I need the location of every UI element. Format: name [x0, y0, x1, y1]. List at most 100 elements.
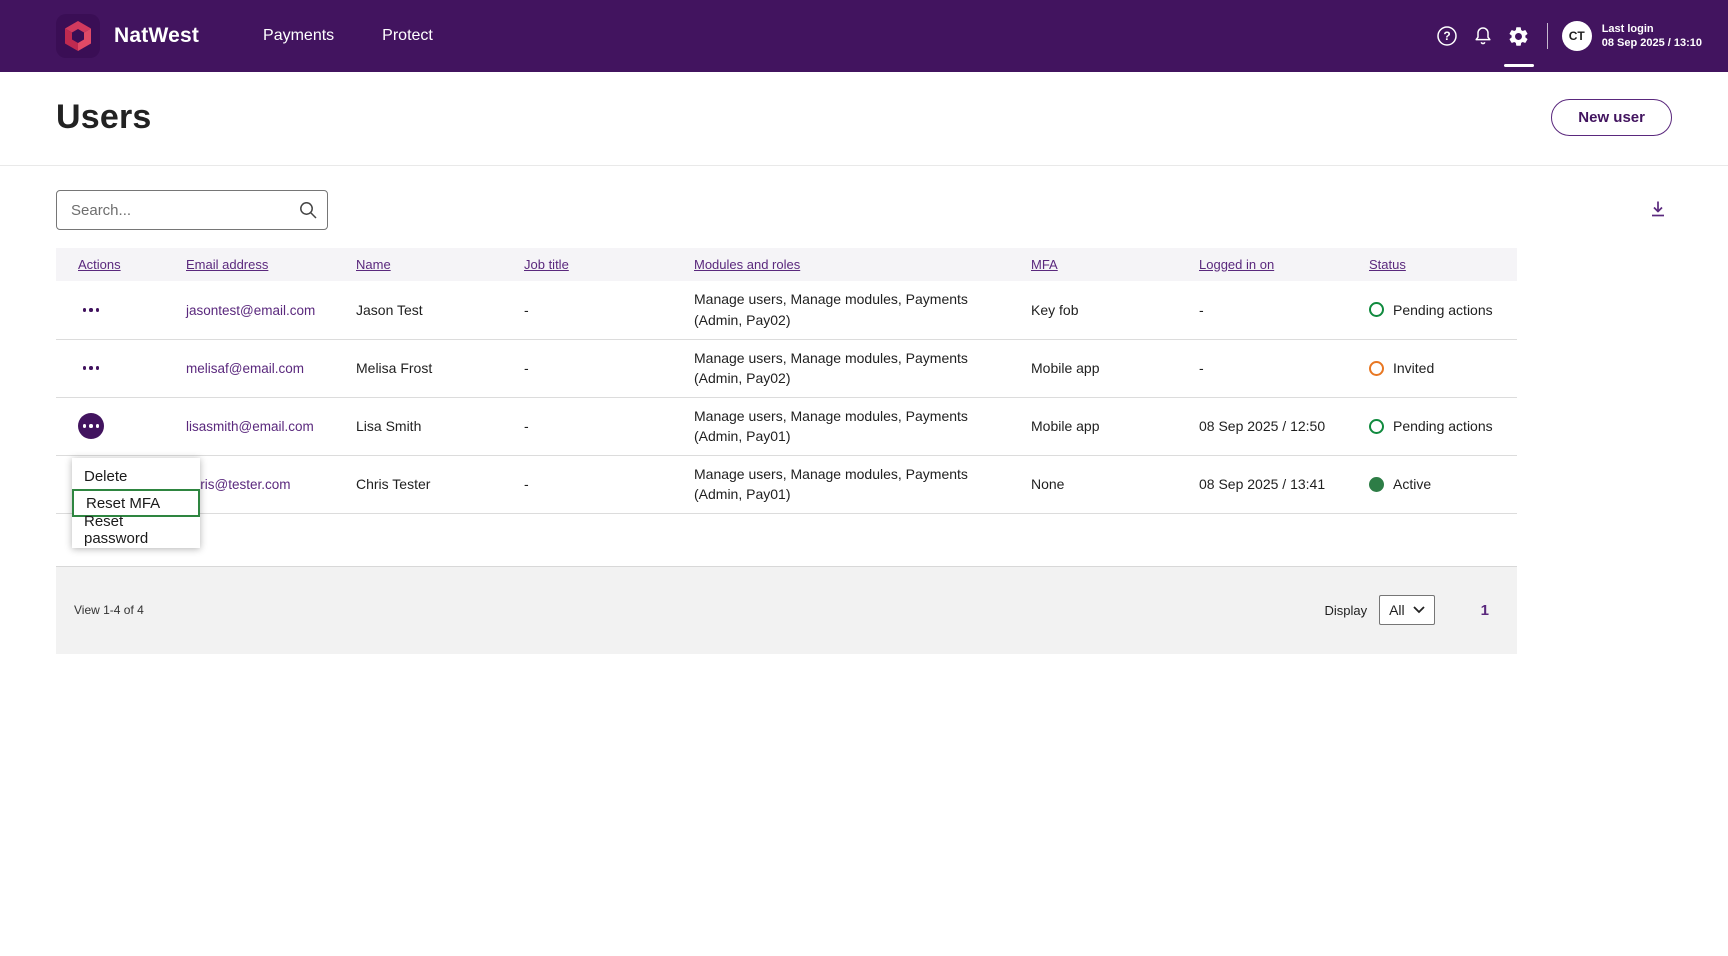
user-logged-in-on: -	[1177, 339, 1347, 397]
status-badge: Pending actions	[1369, 302, 1505, 318]
users-table-wrap: Actions Email address Name Job title Mod…	[56, 248, 1517, 514]
status-indicator-icon	[1369, 361, 1384, 376]
col-header-actions[interactable]: Actions	[78, 257, 121, 272]
table-row: chris@tester.com Chris Tester - Manage u…	[56, 455, 1517, 513]
user-email-link[interactable]: lisasmith@email.com	[186, 419, 314, 434]
download-button[interactable]	[1644, 195, 1672, 226]
display-label: Display	[1324, 603, 1367, 618]
user-name: Jason Test	[334, 281, 502, 339]
user-modules: Manage users, Manage modules, Payments (…	[672, 397, 1009, 455]
main-content: Actions Email address Name Job title Mod…	[0, 190, 1728, 654]
users-table-body: jasontest@email.com Jason Test - Manage …	[56, 281, 1517, 513]
user-email-link[interactable]: melisaf@email.com	[186, 361, 304, 376]
bell-icon	[1472, 25, 1494, 47]
status-label: Invited	[1393, 360, 1434, 376]
status-indicator-icon	[1369, 419, 1384, 434]
display-select[interactable]: All	[1379, 595, 1435, 625]
user-modules: Manage users, Manage modules, Payments (…	[672, 339, 1009, 397]
nav-item-payments[interactable]: Payments	[263, 27, 334, 45]
toolbar	[56, 190, 1672, 230]
download-icon	[1648, 199, 1668, 219]
svg-text:?: ?	[1443, 29, 1450, 43]
last-login: Last login 08 Sep 2025 / 13:10	[1602, 22, 1702, 51]
ellipsis-icon	[83, 308, 87, 312]
nav-right: ? CT Last login 08 Sep 2025 / 13:10	[1429, 0, 1728, 72]
last-login-label: Last login	[1602, 22, 1702, 36]
user-modules: Manage users, Manage modules, Payments (…	[672, 281, 1009, 339]
user-logged-in-on: 08 Sep 2025 / 13:41	[1177, 455, 1347, 513]
primary-nav: Payments Protect	[263, 27, 1429, 45]
last-login-value: 08 Sep 2025 / 13:10	[1602, 36, 1702, 50]
display-value: All	[1389, 602, 1405, 618]
top-navbar: NatWest Payments Protect ? CT Last	[0, 0, 1728, 72]
status-label: Active	[1393, 476, 1431, 492]
chevron-down-icon	[1413, 606, 1425, 614]
settings-button[interactable]	[1501, 0, 1537, 72]
ellipsis-icon	[83, 424, 87, 428]
col-header-logged-in-on[interactable]: Logged in on	[1199, 257, 1274, 272]
menu-item-reset-password[interactable]: Reset password	[72, 517, 200, 542]
user-mfa: Mobile app	[1009, 397, 1177, 455]
col-header-job-title[interactable]: Job title	[524, 257, 569, 272]
status-label: Pending actions	[1393, 418, 1493, 434]
natwest-logo-icon	[56, 14, 100, 58]
active-tab-indicator	[1504, 64, 1534, 67]
table-footer: View 1-4 of 4 Display All 1	[56, 566, 1517, 654]
user-job-title: -	[502, 397, 672, 455]
new-user-button[interactable]: New user	[1551, 99, 1672, 136]
user-name: Chris Tester	[334, 455, 502, 513]
status-badge: Pending actions	[1369, 418, 1505, 434]
row-actions-button[interactable]	[78, 355, 104, 381]
user-name: Lisa Smith	[334, 397, 502, 455]
user-mfa: Key fob	[1009, 281, 1177, 339]
user-email-link[interactable]: jasontest@email.com	[186, 303, 315, 318]
col-header-email[interactable]: Email address	[186, 257, 268, 272]
search-box	[56, 190, 328, 230]
user-logged-in-on: -	[1177, 281, 1347, 339]
view-count: View 1-4 of 4	[74, 603, 144, 617]
page-title: Users	[56, 98, 152, 137]
col-header-modules[interactable]: Modules and roles	[694, 257, 800, 272]
status-badge: Active	[1369, 476, 1505, 492]
nav-item-protect[interactable]: Protect	[382, 27, 433, 45]
col-header-status[interactable]: Status	[1369, 257, 1406, 272]
footer-right: Display All 1	[1324, 595, 1499, 625]
gear-icon	[1507, 25, 1530, 48]
row-context-menu: Delete Reset MFA Reset password	[72, 458, 200, 548]
help-icon: ?	[1436, 25, 1458, 47]
notifications-button[interactable]	[1465, 0, 1501, 72]
avatar[interactable]: CT	[1562, 21, 1592, 51]
user-job-title: -	[502, 455, 672, 513]
help-button[interactable]: ?	[1429, 0, 1465, 72]
status-indicator-icon	[1369, 477, 1384, 492]
user-logged-in-on: 08 Sep 2025 / 12:50	[1177, 397, 1347, 455]
menu-item-delete[interactable]: Delete	[72, 464, 200, 489]
brand[interactable]: NatWest	[56, 14, 199, 58]
table-header-row: Actions Email address Name Job title Mod…	[56, 248, 1517, 281]
status-label: Pending actions	[1393, 302, 1493, 318]
status-indicator-icon	[1369, 302, 1384, 317]
status-badge: Invited	[1369, 360, 1505, 376]
table-row: melisaf@email.com Melisa Frost - Manage …	[56, 339, 1517, 397]
users-table: Actions Email address Name Job title Mod…	[56, 248, 1517, 514]
row-actions-button[interactable]	[78, 297, 104, 323]
user-modules: Manage users, Manage modules, Payments (…	[672, 455, 1009, 513]
col-header-name[interactable]: Name	[356, 257, 391, 272]
nav-divider	[1547, 23, 1548, 49]
col-header-mfa[interactable]: MFA	[1031, 257, 1058, 272]
row-actions-button[interactable]	[78, 413, 104, 439]
user-mfa: None	[1009, 455, 1177, 513]
user-email-link[interactable]: chris@tester.com	[186, 477, 290, 492]
search-icon	[298, 200, 318, 220]
user-name: Melisa Frost	[334, 339, 502, 397]
table-row: jasontest@email.com Jason Test - Manage …	[56, 281, 1517, 339]
page-number-1[interactable]: 1	[1481, 602, 1489, 619]
table-row: lisasmith@email.com Lisa Smith - Manage …	[56, 397, 1517, 455]
search-input[interactable]	[56, 190, 328, 230]
user-job-title: -	[502, 281, 672, 339]
page-header: Users New user	[0, 72, 1728, 166]
user-job-title: -	[502, 339, 672, 397]
user-mfa: Mobile app	[1009, 339, 1177, 397]
ellipsis-icon	[83, 366, 87, 370]
brand-name: NatWest	[114, 24, 199, 48]
